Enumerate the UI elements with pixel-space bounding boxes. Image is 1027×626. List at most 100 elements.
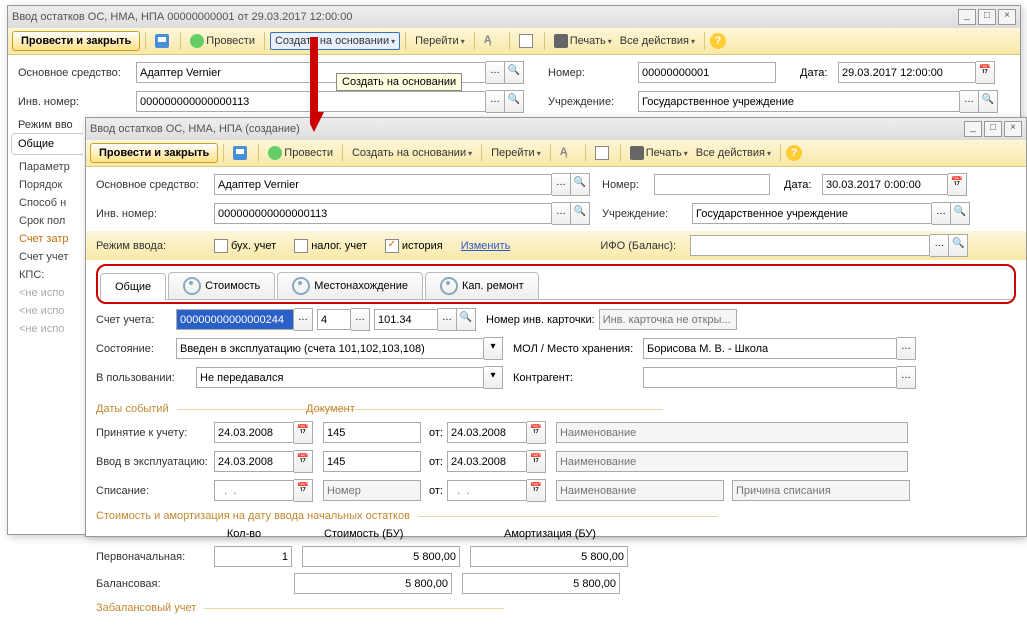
cost1-input[interactable] [302, 546, 460, 567]
number-label: Номер: [548, 67, 638, 79]
account-input-2[interactable] [317, 309, 351, 330]
write-name-input[interactable] [556, 480, 724, 501]
accept-date-input[interactable] [214, 422, 294, 443]
close-button[interactable]: × [998, 9, 1016, 25]
maximize-button[interactable]: □ [978, 9, 996, 25]
mol-input[interactable] [643, 338, 897, 359]
calendar-button[interactable]: 📅 [976, 61, 995, 84]
cost2-input[interactable] [294, 573, 452, 594]
accept-num-input[interactable] [323, 422, 421, 443]
basic-asset-label: Основное средство: [96, 179, 214, 191]
tool-icon-1[interactable]: Ą [556, 144, 580, 162]
tool-icon-2[interactable] [515, 32, 539, 50]
lookup-button[interactable]: … [552, 173, 571, 196]
number-input[interactable] [654, 174, 770, 195]
number-input[interactable] [638, 62, 776, 83]
lookup-button[interactable]: … [552, 202, 571, 225]
window1-titlebar: Ввод остатков ОС, НМА, НПА 00000000001 о… [8, 6, 1020, 28]
use-label: В пользовании: [96, 372, 196, 384]
tab-location[interactable]: Местонахождение [277, 272, 423, 299]
change-link[interactable]: Изменить [461, 240, 511, 252]
write-from-input[interactable] [447, 480, 527, 501]
oper-num-input[interactable] [323, 451, 421, 472]
lookup-button[interactable]: … [486, 90, 505, 113]
lookup-button[interactable]: … [486, 61, 505, 84]
left-tab-general[interactable]: Общие [11, 133, 83, 155]
ifo-input[interactable] [690, 235, 930, 256]
help-icon[interactable]: ? [710, 33, 726, 49]
tab-repair[interactable]: Кап. ремонт [425, 272, 539, 299]
search-button[interactable]: 🔍 [505, 61, 524, 84]
minimize-button[interactable]: _ [958, 9, 976, 25]
print-button[interactable]: Печать▾ [626, 144, 692, 162]
inv-input[interactable] [136, 91, 486, 112]
buh-checkbox[interactable] [214, 239, 228, 253]
use-input[interactable] [196, 367, 484, 388]
write-date-input[interactable] [214, 480, 294, 501]
write-reason-input[interactable] [732, 480, 910, 501]
tab-cost[interactable]: Стоимость [168, 272, 275, 299]
close-button[interactable]: × [1004, 121, 1022, 137]
lookup-button[interactable]: … [932, 202, 951, 225]
lookup-button[interactable]: … [960, 90, 979, 113]
account-input-3[interactable] [374, 309, 438, 330]
create-based-on-button[interactable]: Создать на основании▾ [270, 32, 400, 50]
account-input-1[interactable] [176, 309, 294, 330]
inst-input[interactable] [638, 91, 960, 112]
oper-date-input[interactable] [214, 451, 294, 472]
save-button[interactable] [229, 144, 253, 162]
minimize-button[interactable]: _ [964, 121, 982, 137]
write-label: Списание: [96, 485, 214, 497]
goto-button[interactable]: Перейти▾ [411, 33, 469, 49]
all-actions-button[interactable]: Все действия▾ [616, 33, 699, 49]
tab-general[interactable]: Общие [100, 273, 166, 300]
inst-label: Учреждение: [602, 208, 692, 220]
oper-name-input[interactable] [556, 451, 908, 472]
card-input[interactable] [599, 309, 737, 330]
post-icon [190, 34, 204, 48]
inv-input[interactable] [214, 203, 552, 224]
post-and-close-button[interactable]: Провести и закрыть [90, 143, 218, 163]
state-input[interactable] [176, 338, 484, 359]
tool-icon-2[interactable] [591, 144, 615, 162]
doc-icon [595, 146, 609, 160]
save-icon [233, 146, 247, 160]
accept-from-input[interactable] [447, 422, 527, 443]
search-button[interactable]: 🔍 [571, 173, 590, 196]
search-button[interactable]: 🔍 [949, 234, 968, 257]
inst-input[interactable] [692, 203, 932, 224]
all-actions-button[interactable]: Все действия▾ [692, 145, 775, 161]
search-button[interactable]: 🔍 [571, 202, 590, 225]
search-button[interactable]: 🔍 [951, 202, 970, 225]
basic-asset-input[interactable] [214, 174, 552, 195]
history-checkbox[interactable] [385, 239, 399, 253]
create-based-on-button[interactable]: Создать на основании▾ [348, 145, 476, 161]
search-button[interactable]: 🔍 [505, 90, 524, 113]
tab-icon [440, 277, 458, 295]
amort1-input[interactable] [470, 546, 628, 567]
calendar-button[interactable]: 📅 [948, 173, 967, 196]
search-button[interactable]: 🔍 [979, 90, 998, 113]
window1-title: Ввод остатков ОС, НМА, НПА 00000000001 о… [12, 11, 352, 23]
save-button[interactable] [151, 32, 175, 50]
lookup-button[interactable]: … [930, 234, 949, 257]
amort2-input[interactable] [462, 573, 620, 594]
post-and-close-button[interactable]: Провести и закрыть [12, 31, 140, 51]
date-input[interactable] [838, 62, 976, 83]
qty1-input[interactable] [214, 546, 292, 567]
contr-input[interactable] [643, 367, 897, 388]
help-icon[interactable]: ? [786, 145, 802, 161]
write-num-input[interactable] [323, 480, 421, 501]
post-button[interactable]: Провести [264, 144, 337, 162]
maximize-button[interactable]: □ [984, 121, 1002, 137]
tool-icon-1[interactable]: Ą [480, 32, 504, 50]
print-button[interactable]: Печать▾ [550, 32, 616, 50]
post-button[interactable]: Провести [186, 32, 259, 50]
accept-name-input[interactable] [556, 422, 908, 443]
nal-checkbox[interactable] [294, 239, 308, 253]
window1-toolbar: Провести и закрыть Провести Создать на о… [8, 28, 1020, 55]
oper-from-input[interactable] [447, 451, 527, 472]
chevron-down-icon: ▾ [391, 37, 395, 46]
date-input[interactable] [822, 174, 948, 195]
goto-button[interactable]: Перейти▾ [487, 145, 545, 161]
